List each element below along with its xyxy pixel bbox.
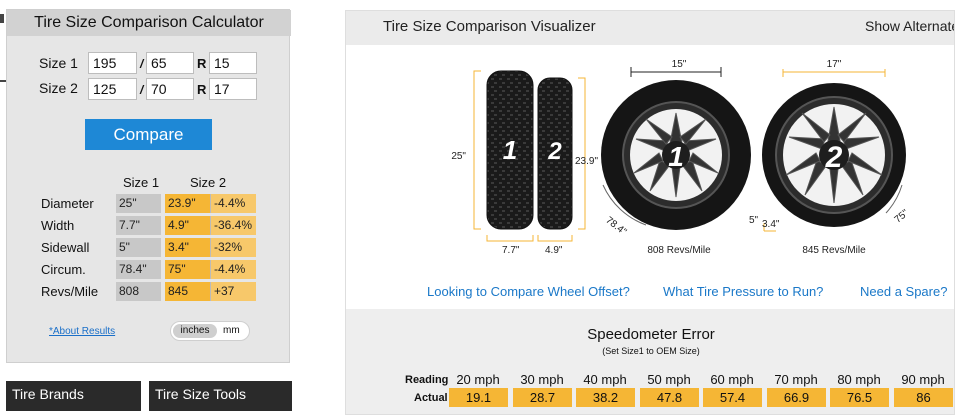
result-difference-value: -32% — [210, 238, 256, 257]
result-difference-value: -36.4% — [210, 216, 256, 235]
size1-separator: / — [140, 57, 144, 71]
speedometer-reading: 90 mph — [901, 372, 945, 387]
units-toggle[interactable]: inches mm — [170, 321, 250, 341]
tire1-height-label: 25" — [451, 151, 466, 162]
tire-drawing: 1 2 25" 23.9" 7.7" 4.9" 1 15" 78.4" 5" 8… — [451, 59, 912, 256]
speedometer-reading: 80 mph — [837, 372, 881, 387]
result-difference-value: -4.4% — [210, 194, 256, 213]
actual-label: Actual — [414, 392, 448, 404]
speedometer-reading: 50 mph — [647, 372, 691, 387]
result-row-label: Circum. — [41, 262, 86, 277]
need-a-spare-link[interactable]: Need a Spare? — [860, 284, 947, 299]
speedometer-reading: 20 mph — [456, 372, 500, 387]
result-size1-value: 7.7" — [116, 216, 161, 235]
size1-aspect-input[interactable]: 65 — [146, 52, 194, 74]
speedometer-actual: 86 — [894, 388, 953, 407]
result-row-label: Sidewall — [41, 240, 90, 255]
size1-width-input[interactable]: 195 — [88, 52, 137, 74]
wheel1-circumference-label: 78.4" — [603, 215, 628, 238]
wheel2-front-view: 2 — [762, 83, 906, 227]
size2-width-input[interactable]: 125 — [88, 78, 137, 100]
speedometer-actual: 66.9 — [767, 388, 826, 407]
speedometer-actual: 28.7 — [513, 388, 572, 407]
tab-tire-size-tools[interactable]: Tire Size Tools — [149, 381, 292, 411]
units-option-mm[interactable]: mm — [223, 324, 240, 338]
speedometer-actual: 38.2 — [576, 388, 635, 407]
result-row-label: Width — [41, 218, 75, 233]
tire1-side-view: 1 — [486, 70, 534, 230]
tire1-number: 1 — [503, 135, 517, 165]
result-row-label: Revs/Mile — [41, 284, 99, 299]
size1-label: Size 1 — [39, 55, 78, 71]
compare-button[interactable]: Compare — [85, 119, 212, 150]
calculator-title: Tire Size Comparison Calculator — [7, 10, 291, 36]
tire2-side-view: 2 — [537, 77, 573, 230]
visualizer-title: Tire Size Comparison Visualizer — [383, 18, 596, 35]
speedometer-actual: 47.8 — [640, 388, 699, 407]
compare-wheel-offset-link[interactable]: Looking to Compare Wheel Offset? — [427, 284, 630, 299]
column-header-size2: Size 2 — [190, 175, 227, 190]
show-alternate-link[interactable]: Show Alternate — [865, 18, 954, 34]
tire2-width-label: 4.9" — [545, 245, 563, 256]
wheel1-revs-label: 808 Revs/Mile — [647, 245, 711, 256]
result-difference-value: -4.4% — [210, 260, 256, 279]
speedometer-actual: 19.1 — [449, 388, 508, 407]
speedometer-actual: 76.5 — [830, 388, 889, 407]
speedometer-reading: 30 mph — [520, 372, 564, 387]
result-size2-value: 4.9" — [165, 216, 210, 235]
speedometer-subtitle: (Set Size1 to OEM Size) — [602, 346, 700, 356]
visualizer-panel: Tire Size Comparison Visualizer Show Alt… — [345, 10, 955, 415]
wheel2-sidewall-label: 3.4" — [762, 219, 780, 230]
result-size1-value: 78.4" — [116, 260, 161, 279]
result-size2-value: 23.9" — [165, 194, 210, 213]
result-size2-value: 3.4" — [165, 238, 210, 257]
speedometer-reading: 40 mph — [583, 372, 627, 387]
wheel2-revs-label: 845 Revs/Mile — [802, 245, 866, 256]
size2-label: Size 2 — [39, 80, 78, 96]
edge-mark — [0, 14, 4, 23]
reading-label: Reading — [405, 374, 449, 386]
wheel2-number: 2 — [825, 141, 843, 174]
tire2-height-label: 23.9" — [575, 156, 598, 167]
tire1-width-label: 7.7" — [502, 245, 520, 256]
wheel1-rim-label: 15" — [672, 59, 687, 70]
result-size1-value: 25" — [116, 194, 161, 213]
column-header-size1: Size 1 — [123, 175, 160, 190]
size2-rim-prefix: R — [197, 82, 207, 97]
about-results-link[interactable]: *About Results — [49, 326, 115, 337]
tab-tire-brands[interactable]: Tire Brands — [6, 381, 141, 411]
tire-visualization: 1 2 25" 23.9" 7.7" 4.9" 1 15" 78.4" 5" 8… — [346, 45, 954, 309]
calculator-panel: Tire Size Comparison Calculator Size 1 1… — [6, 9, 291, 363]
speedometer-actual: 57.4 — [703, 388, 762, 407]
size2-rim-input[interactable]: 17 — [209, 78, 257, 100]
result-size1-value: 5" — [116, 238, 161, 257]
result-size2-value: 845 — [165, 282, 210, 301]
result-size2-value: 75" — [165, 260, 210, 279]
result-row-label: Diameter — [41, 196, 94, 211]
speedometer-reading: 60 mph — [710, 372, 754, 387]
wheel1-front-view: 1 — [601, 80, 751, 230]
size1-rim-input[interactable]: 15 — [209, 52, 257, 74]
wheel1-number: 1 — [668, 141, 684, 172]
result-difference-value: +37 — [210, 282, 256, 301]
size1-rim-prefix: R — [197, 56, 207, 71]
result-size1-value: 808 — [116, 282, 161, 301]
tire2-number: 2 — [547, 138, 562, 165]
wheel1-sidewall-label: 5" — [749, 215, 759, 226]
speedometer-title: Speedometer Error — [587, 326, 715, 343]
speedometer-reading: 70 mph — [774, 372, 818, 387]
size2-aspect-input[interactable]: 70 — [146, 78, 194, 100]
tire-pressure-link[interactable]: What Tire Pressure to Run? — [663, 284, 823, 299]
size2-separator: / — [140, 83, 144, 97]
wheel2-rim-label: 17" — [827, 59, 842, 70]
wheel2-circumference-label: 75" — [893, 207, 912, 225]
units-option-inches[interactable]: inches — [173, 324, 217, 338]
